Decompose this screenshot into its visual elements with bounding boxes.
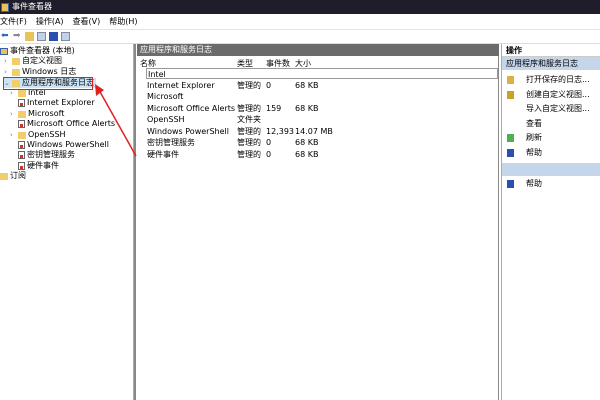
- arrow-line: [98, 89, 137, 157]
- arrow-head: [95, 84, 104, 96]
- arrow-annotation: [95, 84, 137, 157]
